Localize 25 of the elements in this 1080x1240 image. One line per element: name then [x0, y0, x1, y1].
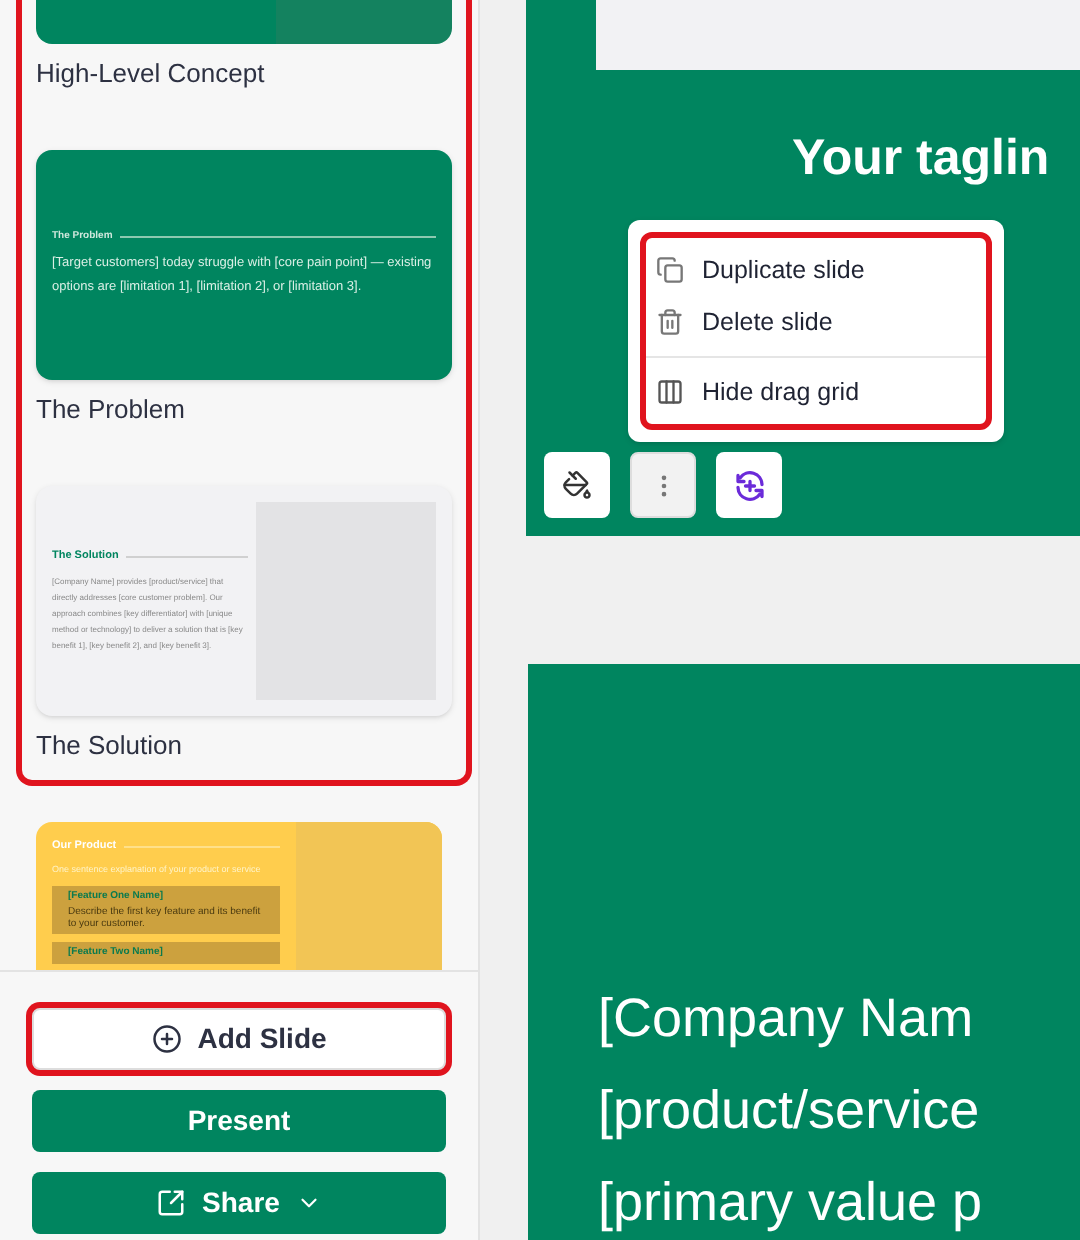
paint-bucket-icon: [562, 470, 592, 500]
add-slide-button[interactable]: Add Slide: [32, 1008, 446, 1070]
background-button[interactable]: [544, 452, 610, 518]
slide-thumbnail[interactable]: [36, 0, 452, 44]
tagline: Your taglin: [792, 128, 1052, 190]
slide-text: [Company Nam: [598, 986, 976, 1052]
share-icon: [156, 1188, 187, 1218]
plus-icon: [151, 1024, 182, 1054]
swap-icon: [731, 467, 767, 503]
slide-text: [primary value p: [598, 1170, 985, 1236]
swap-button[interactable]: [716, 452, 782, 518]
slide-label[interactable]: High-Level Concept: [36, 56, 452, 92]
present-button[interactable]: Present: [32, 1090, 446, 1152]
slide-label[interactable]: The Problem: [36, 392, 452, 428]
menu-item[interactable]: Delete slide: [646, 296, 986, 348]
share-button[interactable]: Share: [32, 1172, 446, 1234]
menu-item[interactable]: Hide drag grid: [646, 356, 986, 418]
copy-icon: [656, 256, 684, 284]
slide-text: [product/service: [598, 1078, 982, 1144]
columns-icon: [656, 378, 684, 406]
more-button[interactable]: [630, 452, 696, 518]
slide-thumbnail[interactable]: [36, 486, 452, 716]
slide-label[interactable]: The Solution: [36, 728, 452, 764]
menu-item[interactable]: Duplicate slide: [646, 244, 986, 296]
trash-icon: [656, 308, 684, 336]
